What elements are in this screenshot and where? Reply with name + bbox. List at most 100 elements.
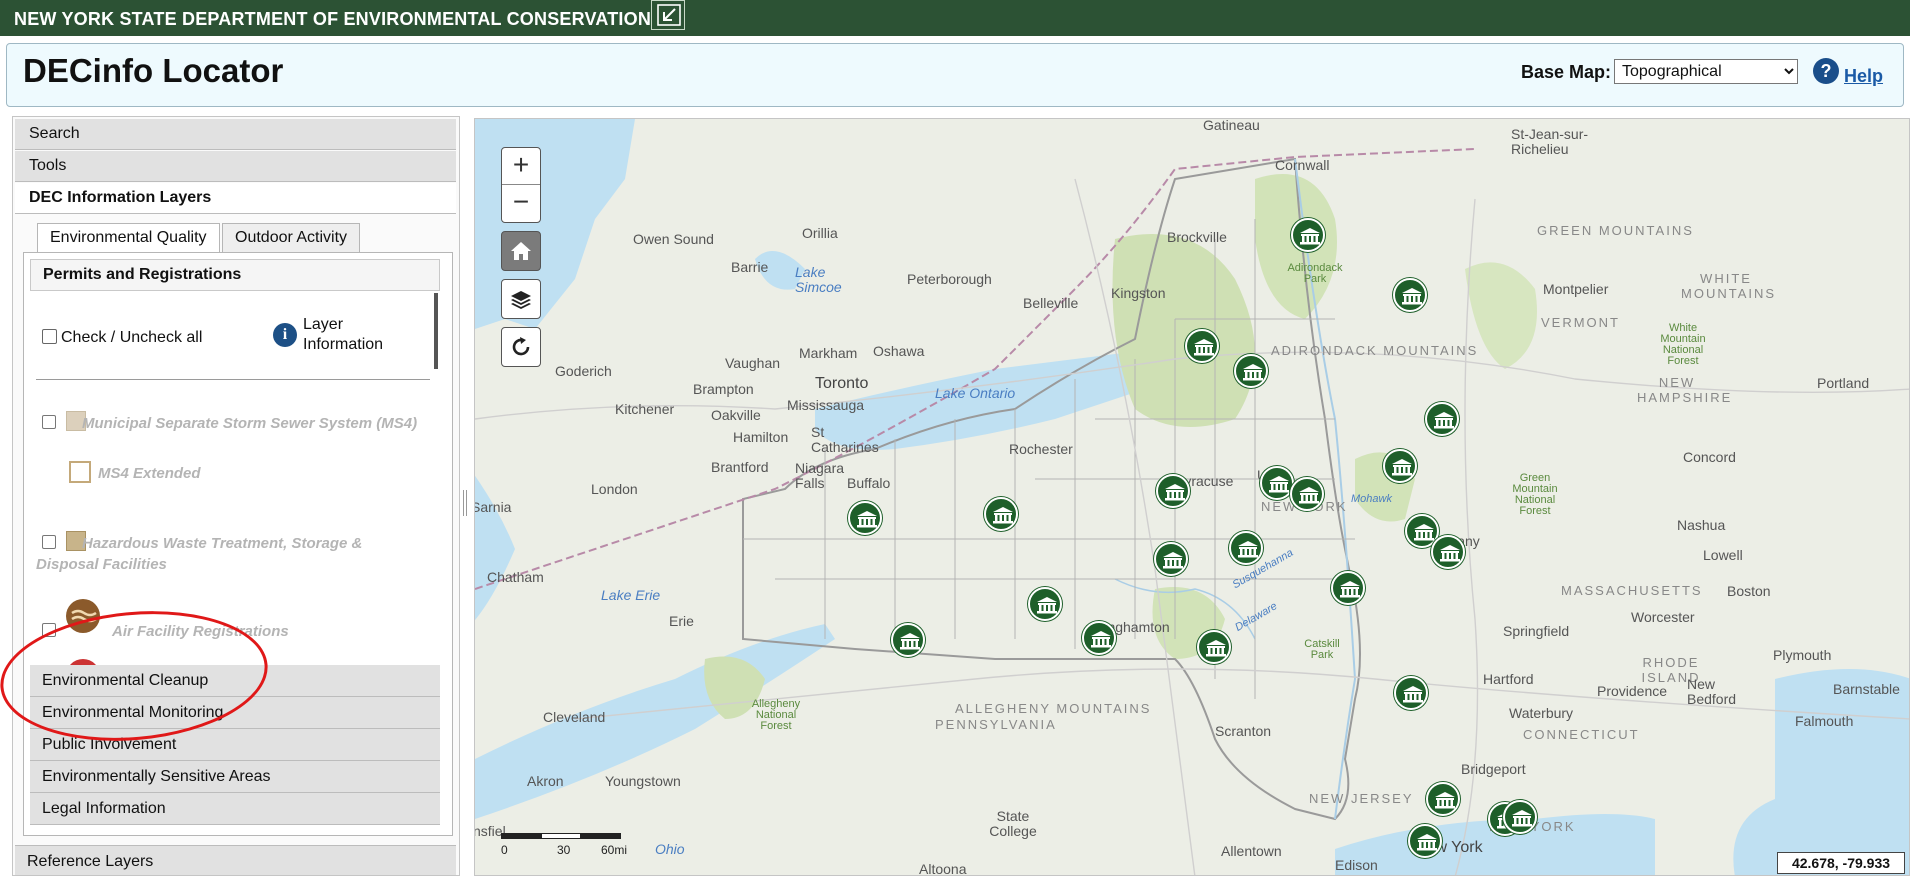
facility-marker[interactable]: [984, 497, 1018, 531]
scale-label-0: 0: [501, 843, 508, 857]
facility-building-icon: [993, 507, 1013, 524]
map-label-worcester: Worcester: [1631, 609, 1695, 625]
map-label-hamilton: Hamilton: [733, 429, 789, 445]
map-label-allentown: Allentown: [1221, 843, 1282, 859]
facility-building-icon: [1300, 228, 1320, 245]
facility-marker[interactable]: [1028, 587, 1062, 621]
permits-scrollbar[interactable]: [434, 293, 438, 369]
facility-marker[interactable]: [1426, 782, 1460, 816]
facility-marker[interactable]: [1156, 474, 1190, 508]
facility-marker[interactable]: [1154, 542, 1188, 576]
map-label-nashua: Nashua: [1677, 517, 1726, 533]
scale-label-60: 60mi: [601, 843, 628, 857]
facility-building-icon: [1238, 541, 1258, 558]
facility-marker[interactable]: [1394, 676, 1428, 710]
zoom-out-button[interactable]: −: [502, 185, 540, 222]
help-link[interactable]: Help: [1844, 66, 1883, 87]
refresh-map-button[interactable]: [501, 327, 541, 367]
zoom-in-button[interactable]: +: [502, 148, 540, 185]
permits-registrations-body: Check / Uncheck all i Layer Information …: [30, 291, 440, 665]
map-label-adirondack-park: Adirondack Park: [1287, 262, 1343, 285]
facility-building-icon: [1269, 476, 1289, 493]
home-extent-button[interactable]: [501, 231, 541, 271]
map-label-allegheny-forest: Allegheny National Forest: [751, 698, 801, 732]
map-label-massachusetts: MASSACHUSETTS: [1561, 583, 1703, 598]
agency-title: NEW YORK STATE DEPARTMENT OF ENVIRONMENT…: [14, 9, 652, 29]
facility-marker[interactable]: [1082, 621, 1116, 655]
map-label-cornwall: Cornwall: [1275, 157, 1330, 173]
accordion-legal-information[interactable]: Legal Information: [30, 793, 440, 825]
map-label-barrie: Barrie: [731, 259, 769, 275]
accordion-reference-layers[interactable]: Reference Layers: [15, 845, 456, 875]
map-label-falmouth: Falmouth: [1795, 713, 1854, 729]
refresh-icon: [512, 337, 530, 356]
facility-marker[interactable]: [1503, 800, 1537, 834]
facility-marker[interactable]: [1393, 278, 1427, 312]
help-icon[interactable]: ?: [1813, 58, 1839, 84]
facility-marker[interactable]: [1408, 824, 1442, 858]
facility-building-icon: [1392, 459, 1412, 476]
accordion-environmental-monitoring[interactable]: Environmental Monitoring: [30, 697, 440, 729]
map-label-concord: Concord: [1683, 449, 1736, 465]
accordion-environmentally-sensitive-areas[interactable]: Environmentally Sensitive Areas: [30, 761, 440, 793]
basemap-select[interactable]: Topographical: [1614, 59, 1798, 84]
map-label-new-bedford: New Bedford: [1687, 676, 1737, 707]
facility-marker[interactable]: [1431, 535, 1465, 569]
tab-environmental-quality[interactable]: Environmental Quality: [37, 223, 220, 253]
facility-marker[interactable]: [1425, 402, 1459, 436]
panel-splitter-handle[interactable]: [463, 490, 467, 516]
map-label-owen-sound: Owen Sound: [633, 231, 714, 247]
permits-registrations-header[interactable]: Permits and Registrations: [30, 259, 440, 291]
facility-building-icon: [1194, 339, 1214, 356]
map-label-adirondack-mountains: ADIRONDACK MOUNTAINS: [1271, 343, 1479, 358]
layer-checkbox-air-facility[interactable]: [42, 623, 56, 637]
layer-information-icon[interactable]: i: [273, 323, 297, 347]
accordion-dec-information-layers[interactable]: DEC Information Layers: [15, 183, 456, 214]
map-label-buffalo: Buffalo: [847, 475, 891, 491]
map-label-lake-ontario: Lake Ontario: [935, 385, 1016, 401]
check-uncheck-all-checkbox[interactable]: [42, 329, 57, 344]
accordion-tools[interactable]: Tools: [15, 151, 456, 182]
map-label-providence: Providence: [1597, 683, 1668, 699]
layer-label-ms4: Municipal Separate Storm Sewer System (M…: [82, 415, 418, 432]
collapse-header-button[interactable]: [651, 0, 685, 30]
layers-icon: [511, 291, 531, 309]
facility-marker[interactable]: [1229, 531, 1263, 565]
facility-marker[interactable]: [1331, 571, 1365, 605]
map-label-kingston: Kingston: [1111, 285, 1166, 301]
map-label-montpelier: Montpelier: [1543, 281, 1609, 297]
map-label-white-mountain-forest: White Mountain National Forest: [1660, 322, 1706, 367]
coordinate-readout: 42.678, -79.933: [1777, 852, 1905, 874]
app-title: DECinfo Locator: [23, 52, 284, 89]
accordion-environmental-cleanup[interactable]: Environmental Cleanup: [30, 665, 440, 697]
facility-marker[interactable]: [1290, 477, 1324, 511]
map-view[interactable]: Gatineau Cornwall St-Jean-sur-Richelieu …: [474, 118, 1910, 876]
facility-building-icon: [1243, 364, 1263, 381]
facility-marker[interactable]: [891, 623, 925, 657]
map-label-mississauga: Mississauga: [787, 397, 865, 413]
accordion-public-involvement[interactable]: Public Involvement: [30, 729, 440, 761]
collapse-arrow-icon: [657, 4, 681, 26]
map-label-gatineau: Gatineau: [1203, 118, 1260, 133]
tab-outdoor-activity[interactable]: Outdoor Activity: [222, 223, 361, 253]
ms4-extended-swatch-icon: [69, 461, 91, 483]
facility-building-icon: [857, 511, 877, 528]
facility-marker[interactable]: [1260, 466, 1294, 500]
accordion-search[interactable]: Search: [15, 119, 456, 150]
facility-marker[interactable]: [848, 501, 882, 535]
facility-marker[interactable]: [1234, 354, 1268, 388]
map-label-vaughan: Vaughan: [725, 355, 781, 371]
facility-building-icon: [1299, 487, 1319, 504]
facility-marker[interactable]: [1197, 630, 1231, 664]
map-label-markham: Markham: [799, 345, 858, 361]
map-label-chatham: Chatham: [487, 569, 544, 585]
facility-marker[interactable]: [1185, 329, 1219, 363]
map-label-sarnia: Sarnia: [474, 499, 512, 515]
facility-building-icon: [1440, 545, 1460, 562]
facility-marker[interactable]: [1383, 449, 1417, 483]
facility-marker[interactable]: [1291, 218, 1325, 252]
layer-list-button[interactable]: [501, 279, 541, 319]
layer-label-hazardous-waste: Hazardous Waste Treatment, Storage & Dis…: [36, 535, 363, 573]
map-label-erie: Erie: [669, 613, 694, 629]
layer-information-label[interactable]: Layer Information: [303, 315, 413, 355]
